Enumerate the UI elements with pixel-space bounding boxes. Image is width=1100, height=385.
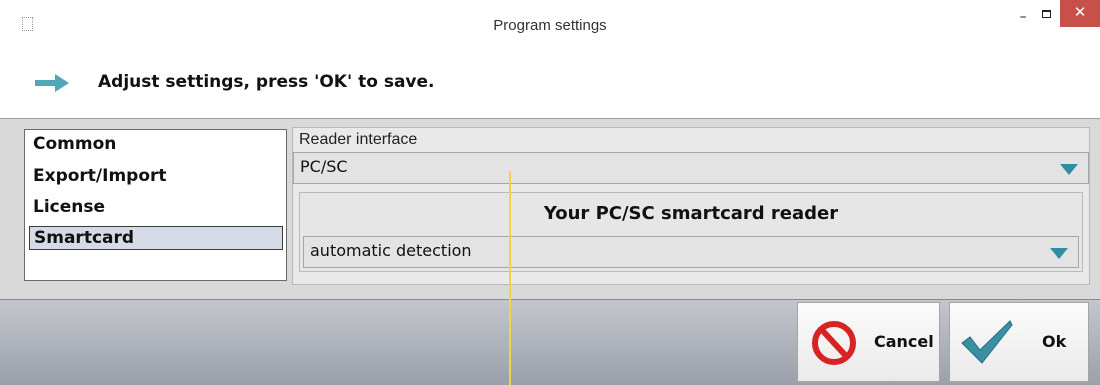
program-settings-window: Program settings – ✕ Adjust settings, pr… [0,0,1100,385]
close-icon: ✕ [1073,3,1087,21]
window-title: Program settings [493,17,607,34]
button-bar: Cancel Ok [0,299,1100,385]
category-item-export-import[interactable]: Export/Import [33,164,167,188]
category-item-smartcard[interactable]: Smartcard [29,226,283,250]
category-item-license[interactable]: License [33,195,105,219]
smartcard-reader-value: automatic detection [310,241,472,260]
smartcard-settings-panel: Reader interface PC/SC Your PC/SC smartc… [292,127,1090,285]
close-button[interactable]: ✕ [1060,0,1100,27]
cancel-button[interactable]: Cancel [797,302,940,382]
reader-interface-label: Reader interface [299,131,418,148]
minimize-button[interactable]: – [1012,8,1034,34]
instruction-text: Adjust settings, press 'OK' to save. [98,72,435,92]
arrow-right-icon [35,74,69,92]
dropdown-arrow-icon[interactable] [1060,164,1078,175]
ok-button-label: Ok [1042,332,1067,351]
dropdown-arrow-icon[interactable] [1050,248,1068,259]
checkmark-icon [961,320,1013,364]
cancel-button-label: Cancel [874,332,934,351]
title-bar[interactable]: Program settings – ✕ [0,0,1100,48]
ok-button[interactable]: Ok [949,302,1089,382]
reader-interface-select[interactable]: PC/SC [293,152,1089,184]
cancel-icon [812,321,856,365]
smartcard-reader-select[interactable]: automatic detection [303,236,1079,268]
cursor-guide-line [509,171,511,385]
settings-body: Common Export/Import License Smartcard R… [0,118,1100,299]
minimize-icon: – [1019,9,1027,25]
reader-interface-value: PC/SC [300,157,348,176]
maximize-button[interactable] [1035,8,1059,34]
smartcard-reader-group: Your PC/SC smartcard reader automatic de… [299,192,1083,272]
instruction-header: Adjust settings, press 'OK' to save. [0,48,1100,118]
smartcard-reader-title: Your PC/SC smartcard reader [543,203,839,224]
settings-category-list[interactable]: Common Export/Import License Smartcard [24,129,287,281]
maximize-icon [1042,10,1051,18]
category-item-common[interactable]: Common [33,132,116,156]
